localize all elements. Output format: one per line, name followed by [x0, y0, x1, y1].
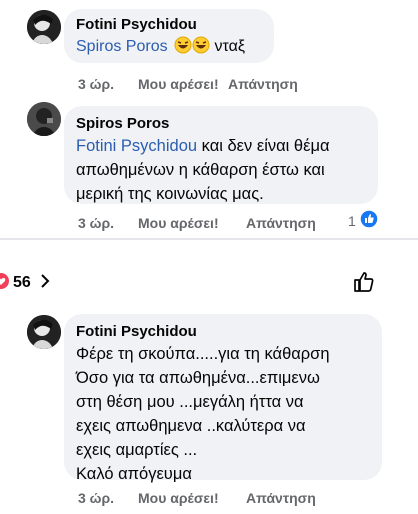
- reply-button[interactable]: Απάντηση: [246, 215, 316, 231]
- comment-bubble: Fotini Psychidou Φέρε τη σκούπα.....για …: [64, 314, 382, 483]
- comment-bubble: Fotini Psychidou Spiros Poros νταξ: [64, 9, 274, 63]
- like-button[interactable]: Μου αρέσει!: [138, 215, 219, 231]
- chevron-right-icon[interactable]: [40, 273, 50, 294]
- comment-text-line: Φέρε τη σκούπα.....για τη κάθαρση: [76, 345, 330, 363]
- comment-author[interactable]: Spiros Poros: [76, 114, 366, 134]
- heart-reaction-icon: [0, 272, 10, 295]
- like-reaction-icon: [359, 208, 379, 234]
- comment-text: νταξ: [214, 38, 246, 55]
- like-count: 56: [13, 274, 31, 291]
- comment-bubble: Spiros Poros Fotini Psychidou και δεν εί…: [64, 106, 378, 204]
- reply-button[interactable]: Απάντηση: [228, 76, 298, 92]
- avatar-photo-icon: [27, 315, 61, 349]
- avatar-fotini[interactable]: [27, 10, 61, 44]
- comment-time[interactable]: 3 ώρ.: [78, 490, 114, 506]
- thumbs-up-icon[interactable]: [352, 270, 376, 294]
- comment-time[interactable]: 3 ώρ.: [78, 215, 114, 231]
- comment-text-line: στη θέση μου ...μεγάλη ήττα να: [76, 393, 304, 411]
- comment-text-line: και δεν είναι θέμα: [201, 137, 330, 155]
- reaction-bar[interactable]: 56: [0, 270, 50, 296]
- comment-text-line: εχεις απωθημενα ..καλύτερα να: [76, 417, 306, 435]
- reaction-summary[interactable]: 1: [348, 208, 379, 234]
- comment-text-line: απωθημένων η κάθαρση έστω και: [76, 161, 325, 179]
- avatar-photo-icon: [27, 10, 61, 44]
- comment-text-line: Καλό απόγευμα: [76, 465, 192, 483]
- like-button[interactable]: Μου αρέσει!: [138, 76, 219, 92]
- reply-button[interactable]: Απάντηση: [246, 490, 316, 506]
- mention-link[interactable]: Spiros Poros: [76, 38, 168, 55]
- avatar-fotini[interactable]: [27, 315, 61, 349]
- section-divider: [0, 238, 418, 240]
- comment-text-line: εχεις αμαρτίες ...: [76, 441, 198, 459]
- avatar-spiros[interactable]: [27, 102, 61, 136]
- comment-time[interactable]: 3 ώρ.: [78, 76, 114, 92]
- comment-author[interactable]: Fotini Psychidou: [76, 322, 370, 342]
- like-button[interactable]: Μου αρέσει!: [138, 490, 219, 506]
- laughing-tears-emoji-icon: [174, 36, 210, 62]
- mention-link[interactable]: Fotini Psychidou: [76, 137, 197, 155]
- reaction-count: 1: [348, 213, 356, 229]
- comment-text-line: μερική της κοινωνίας μας.: [76, 185, 264, 203]
- avatar-photo-icon: [27, 102, 61, 136]
- comment-text-line: Όσο για τα απωθημένα...επιμενω: [76, 369, 320, 387]
- comment-author[interactable]: Fotini Psychidou: [76, 15, 262, 35]
